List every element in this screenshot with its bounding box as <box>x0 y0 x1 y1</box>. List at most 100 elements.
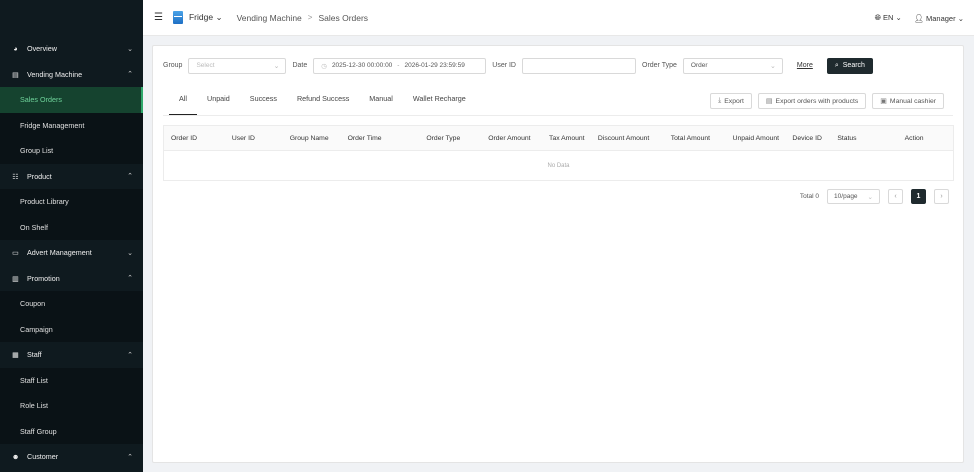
breadcrumb-item-sales-orders: Sales Orders <box>318 12 369 23</box>
export-button[interactable]: ⤓ Export <box>710 93 752 109</box>
chevron-up-icon: ⌃ <box>127 173 133 181</box>
ordertype-label: Order Type <box>642 62 677 69</box>
sidebar-item-group-list[interactable]: Group List <box>0 138 143 164</box>
next-page-button[interactable]: › <box>934 189 949 204</box>
chevron-down-icon: ⌄ <box>215 12 223 22</box>
sidebar-menu: ◕ Overview ⌄ ▤ Vending Machine ⌃ Sales Orders F… <box>0 36 143 470</box>
tab-manual[interactable]: Manual <box>359 94 403 115</box>
column-header-total-amount: Total Amount <box>670 134 711 142</box>
sidebar-item-advert-management[interactable]: ▭ Advert Management ⌄ <box>0 240 143 266</box>
sidebar-item-label: Product Library <box>20 197 69 207</box>
chevron-down-icon: ⌄ <box>957 13 964 23</box>
chevron-up-icon: ⌃ <box>127 275 133 283</box>
sidebar-item-coupon[interactable]: Coupon <box>0 291 143 317</box>
date-range-picker[interactable]: ◷ 2025-12-30 00:00:00 - 2026-01-29 23:59… <box>313 57 487 74</box>
sidebar-item-staff[interactable]: ▦ Staff ⌃ <box>0 342 143 368</box>
tab-all[interactable]: All <box>169 94 197 115</box>
sidebar-item-promotion[interactable]: ▥ Promotion ⌃ <box>0 265 143 291</box>
group-select[interactable]: Select ⌄ <box>188 57 287 74</box>
sidebar-item-product[interactable]: ☷ Product ⌃ <box>0 163 143 189</box>
column-header-order-amount: Order Amount <box>488 134 531 142</box>
tab-success[interactable]: Success <box>240 94 287 115</box>
chevron-up-icon: ⌃ <box>127 71 133 79</box>
store-selector[interactable]: Fridge ⌄ <box>189 12 223 23</box>
lock-icon: ▣ <box>880 98 887 105</box>
sidebar-item-label: On Shelf <box>20 222 48 232</box>
pagination: Total 0 10/page ⌄ ‹ 1 › <box>800 189 949 204</box>
chevron-left-icon: ‹ <box>894 193 897 200</box>
clock-icon: ◷ <box>321 62 327 70</box>
chevron-down-icon: ⌄ <box>895 13 902 22</box>
chevron-up-icon: ⌃ <box>127 453 133 461</box>
search-button[interactable]: ⌕ Search <box>826 57 873 74</box>
globe-icon: 🌐︎ <box>874 13 882 22</box>
page-size-select[interactable]: 10/page ⌄ <box>827 189 880 204</box>
staff-icon: ▦ <box>12 350 19 360</box>
page-number-button[interactable]: 1 <box>911 189 926 204</box>
sidebar-item-label: Product <box>27 171 52 181</box>
sidebar-item-customer[interactable]: ☻ Customer ⌃ <box>0 444 143 470</box>
language-selector[interactable]: 🌐︎ EN ⌄ <box>875 13 902 23</box>
sidebar-item-vending-machine[interactable]: ▤ Vending Machine ⌃ <box>0 61 143 87</box>
sidebar-item-product-library[interactable]: Product Library <box>0 189 143 215</box>
table-empty-state: No Data <box>164 151 953 180</box>
product-icon: ☷ <box>12 171 19 181</box>
column-header-discount-amount: Discount Amount <box>597 134 650 142</box>
menu-toggle-icon[interactable]: ☰ <box>154 12 163 23</box>
prev-page-button[interactable]: ‹ <box>888 189 903 204</box>
sidebar-item-role-list[interactable]: Role List <box>0 393 143 419</box>
tabs-divider <box>163 115 953 116</box>
sidebar-item-label: Coupon <box>20 299 46 309</box>
chevron-down-icon: ⌄ <box>127 45 133 53</box>
chevron-right-icon: › <box>940 193 943 200</box>
column-header-status: Status <box>837 134 857 142</box>
chevron-down-icon: ⌄ <box>770 62 776 70</box>
chevron-up-icon: ⌃ <box>127 351 133 359</box>
export-products-button[interactable]: ▤ Export orders with products <box>757 93 867 109</box>
ordertype-select[interactable]: Order ⌄ <box>682 57 783 74</box>
date-start: 2025-12-30 00:00:00 <box>331 62 393 69</box>
promotion-icon: ▥ <box>12 273 19 283</box>
tab-unpaid[interactable]: Unpaid <box>197 94 240 115</box>
sidebar-item-label: Group List <box>20 146 54 156</box>
group-label: Group <box>163 62 183 69</box>
orders-table: Order ID User ID Group Name Order Time Order… <box>163 125 954 181</box>
sidebar-item-overview[interactable]: ◕ Overview ⌄ <box>0 36 143 62</box>
sidebar-item-label: Promotion <box>27 273 60 283</box>
sidebar-item-on-shelf[interactable]: On Shelf <box>0 214 143 240</box>
column-header-user-id: User ID <box>231 134 255 142</box>
column-header-device-id: Device ID <box>792 134 822 142</box>
user-menu[interactable]: 👤︎ Manager ⌄ <box>914 14 964 23</box>
column-header-order-id: Order ID <box>171 134 198 142</box>
chevron-down-icon: ⌄ <box>273 62 280 70</box>
column-header-tax-amount: Tax Amount <box>549 134 585 142</box>
sidebar-item-label: Customer <box>27 452 59 462</box>
sidebar-item-staff-group[interactable]: Staff Group <box>0 418 143 444</box>
userid-input[interactable] <box>522 57 636 74</box>
date-label: Date <box>292 62 308 69</box>
sidebar-item-staff-list[interactable]: Staff List <box>0 367 143 393</box>
sidebar-item-campaign[interactable]: Campaign <box>0 316 143 342</box>
breadcrumb-item-vending-machine[interactable]: Vending Machine <box>237 13 302 23</box>
sidebar-item-fridge-management[interactable]: Fridge Management <box>0 112 143 138</box>
more-filters-link[interactable]: More <box>797 62 813 69</box>
chevron-down-icon: ⌄ <box>867 193 873 201</box>
sidebar-item-label: Staff <box>27 350 42 360</box>
sidebar-item-sales-orders[interactable]: Sales Orders <box>0 87 143 113</box>
sidebar-item-label: Overview <box>27 44 57 54</box>
tab-wallet-recharge[interactable]: Wallet Recharge <box>403 94 476 115</box>
date-end: 2026-01-29 23:59:59 <box>404 62 465 69</box>
userid-label: User ID <box>492 62 516 69</box>
sidebar-item-label: Role List <box>20 401 48 411</box>
advert-icon: ▭ <box>12 248 19 258</box>
download-icon: ⤓ <box>718 97 722 104</box>
manual-cashier-button[interactable]: ▣ Manual cashier <box>872 93 944 109</box>
tab-refund-success[interactable]: Refund Success <box>287 94 359 115</box>
fridge-icon <box>172 11 183 24</box>
search-icon: ⌕ <box>834 61 839 69</box>
user-icon: 👤︎ <box>913 13 924 23</box>
action-buttons: ⤓ Export ▤ Export orders with products ▣… <box>710 93 944 109</box>
customer-icon: ☻ <box>11 452 20 462</box>
sidebar-item-label: Advert Management <box>27 248 92 258</box>
dashboard-icon: ◕ <box>13 44 18 54</box>
